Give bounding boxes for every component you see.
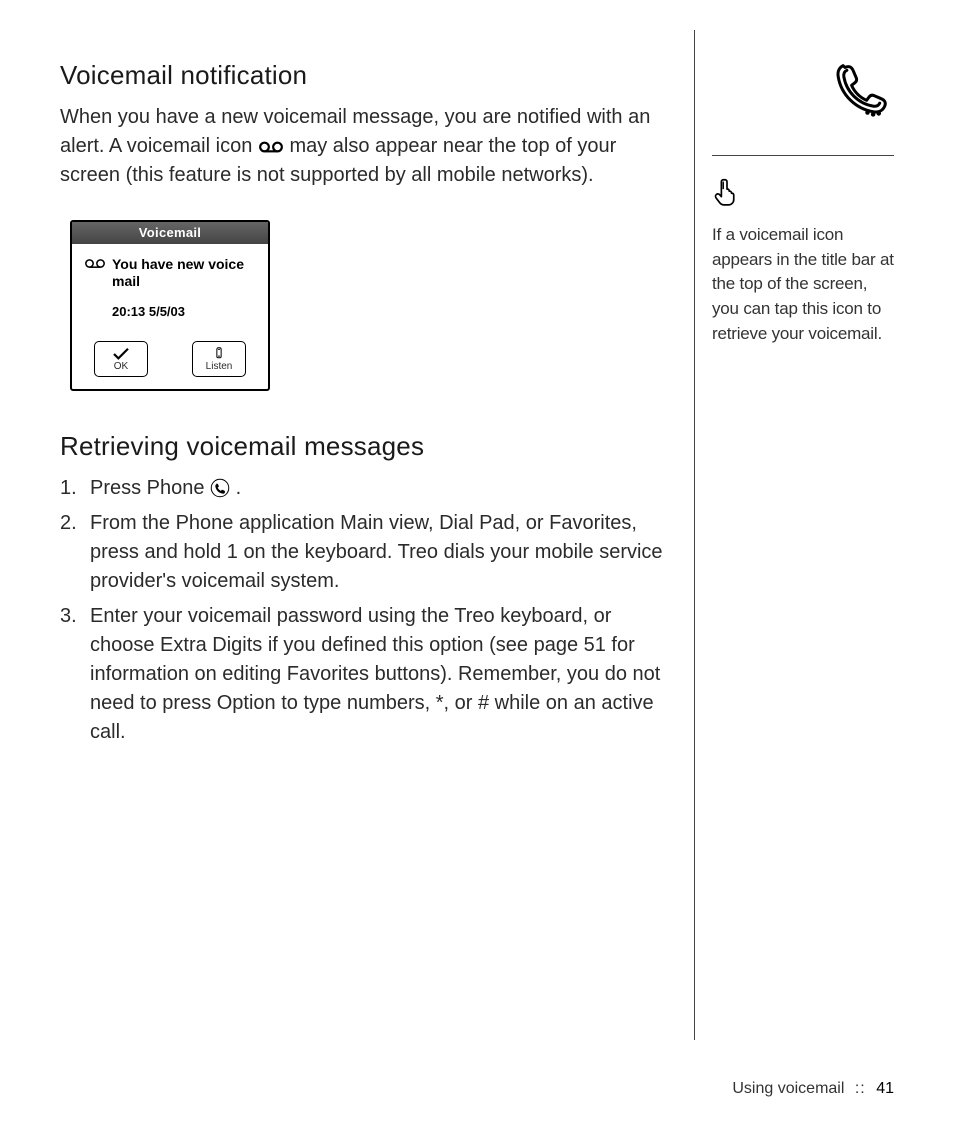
heading-retrieving-voicemail: Retrieving voicemail messages (60, 431, 664, 462)
phone-title-bar: Voicemail (72, 222, 268, 244)
phone-timestamp: 20:13 5/5/03 (112, 304, 256, 319)
phone-screenshot: Voicemail You have new voice mail 20:13 … (70, 220, 270, 391)
footer-section: Using voicemail (732, 1080, 844, 1097)
phone-button-icon (210, 478, 230, 498)
listen-button[interactable]: Listen (192, 341, 246, 377)
ok-label: OK (114, 361, 128, 372)
list-item: 3. Enter your voicemail password using t… (60, 602, 664, 747)
list-item: 2. From the Phone application Main view,… (60, 509, 664, 596)
step-number: 3. (60, 602, 90, 747)
voicemail-tape-icon (84, 256, 112, 274)
phone-handset-icon (214, 346, 224, 361)
step-text: Enter your voicemail password using the … (90, 602, 664, 747)
step-text: From the Phone application Main view, Di… (90, 509, 664, 596)
ok-button[interactable]: OK (94, 341, 148, 377)
paragraph-voicemail-notification: When you have a new voicemail message, y… (60, 103, 664, 190)
voicemail-tape-icon (258, 134, 284, 148)
step-text: Press Phone (90, 477, 210, 499)
vertical-divider (694, 30, 695, 1040)
sidebar-column: If a voicemail icon appears in the title… (694, 60, 894, 346)
step-text-end: . (236, 477, 242, 499)
page-footer: Using voicemail :: 41 (732, 1080, 894, 1098)
tip-text: If a voicemail icon appears in the title… (712, 223, 894, 346)
check-icon (112, 346, 130, 361)
heading-voicemail-notification: Voicemail notification (60, 60, 664, 91)
steps-list: 1. Press Phone . 2. From the Phone appli… (60, 474, 664, 747)
main-column: Voicemail notification When you have a n… (60, 60, 694, 1082)
section-phone-icon (712, 60, 894, 156)
list-item: 1. Press Phone . (60, 474, 664, 503)
phone-message-text: You have new voice mail (112, 256, 256, 290)
footer-separator: :: (855, 1080, 866, 1097)
listen-label: Listen (206, 361, 233, 372)
pointing-hand-icon (712, 176, 894, 211)
step-number: 1. (60, 474, 90, 503)
page-number: 41 (876, 1080, 894, 1097)
step-number: 2. (60, 509, 90, 596)
